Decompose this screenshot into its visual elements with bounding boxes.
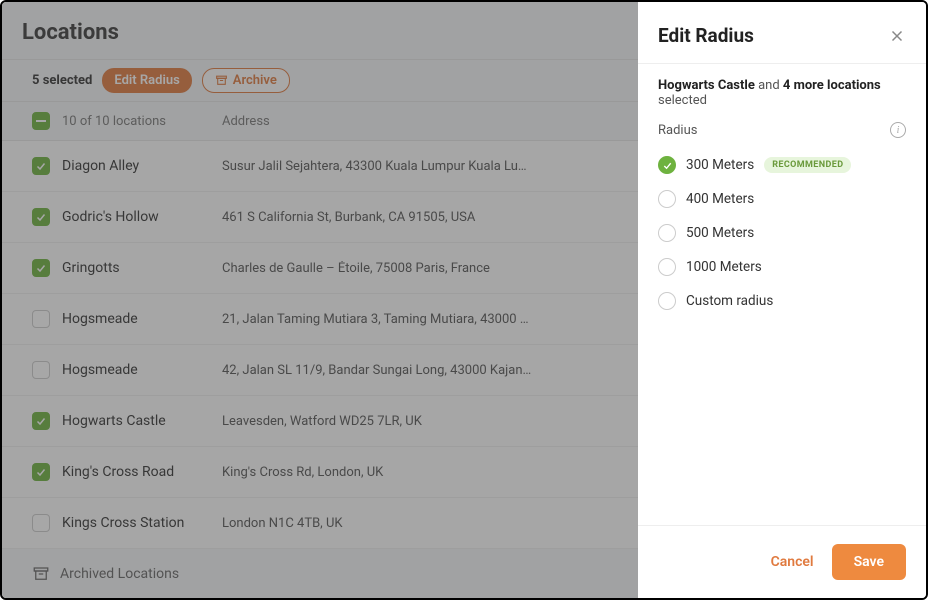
radius-option[interactable]: 300 Meters RECOMMENDED [638,148,926,182]
close-icon [888,27,906,45]
edit-radius-panel: Edit Radius Hogwarts Castle and 4 more l… [638,2,926,598]
radio-button[interactable] [658,190,676,208]
radius-option[interactable]: 1000 Meters [638,250,926,284]
radio-button[interactable] [658,224,676,242]
radio-button[interactable] [658,156,676,174]
radius-option[interactable]: 400 Meters [638,182,926,216]
recommended-badge: RECOMMENDED [764,157,851,173]
panel-subtitle: Hogwarts Castle and 4 more locations sel… [638,63,926,122]
radius-option-label: 300 Meters [686,157,754,173]
radio-button[interactable] [658,258,676,276]
radius-option[interactable]: 500 Meters [638,216,926,250]
radio-button[interactable] [658,292,676,310]
cancel-button[interactable]: Cancel [771,554,814,570]
radius-option-label: 400 Meters [686,191,754,207]
save-button[interactable]: Save [832,544,906,580]
info-icon[interactable]: i [890,122,906,138]
radius-option[interactable]: Custom radius [638,284,926,318]
close-button[interactable] [888,27,906,45]
radius-option-label: Custom radius [686,293,773,309]
radius-field-label: Radius [658,123,697,138]
radius-option-label: 500 Meters [686,225,754,241]
panel-title: Edit Radius [658,24,754,47]
radius-option-label: 1000 Meters [686,259,762,275]
